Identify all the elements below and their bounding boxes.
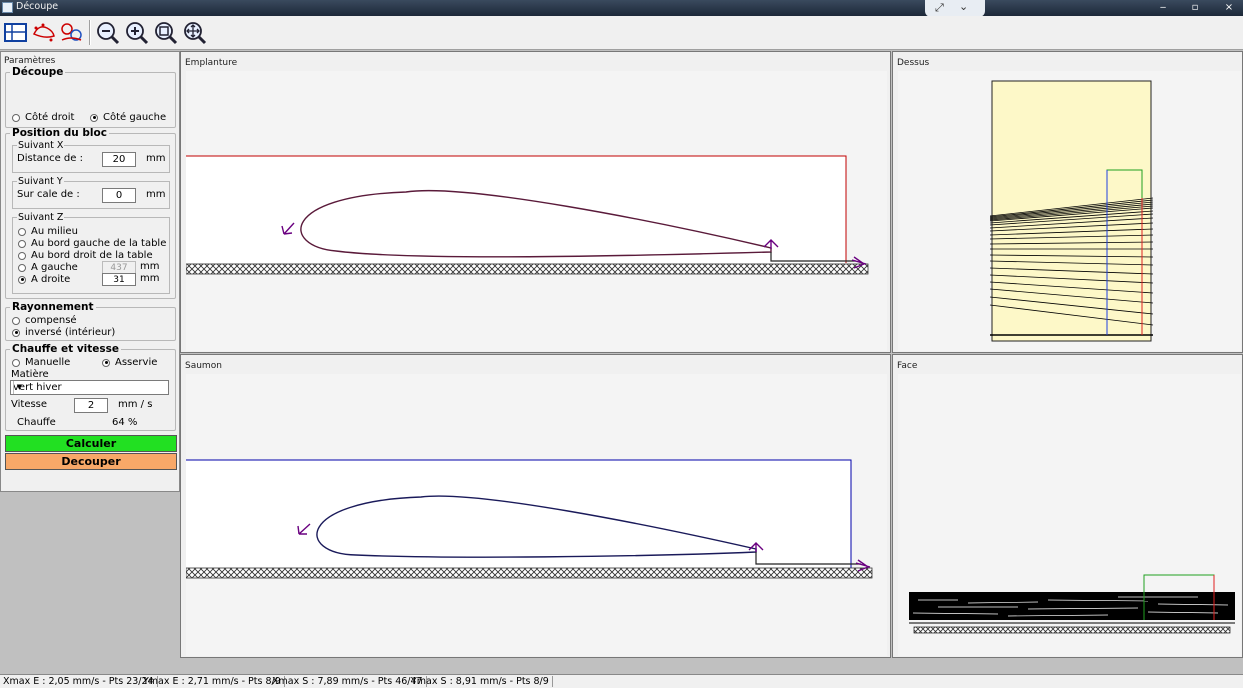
distance-label: Distance de : xyxy=(17,153,83,164)
status-bar: Xmax E : 2,05 mm/s - Pts 23/24 Ymax E : … xyxy=(0,674,1243,688)
profile-edit-button[interactable] xyxy=(30,19,57,46)
status-ymax-e: Ymax E : 2,71 mm/s - Pts 8/9 xyxy=(143,676,285,687)
status-ymax-s: Ymax S : 8,91 mm/s - Pts 8/9 xyxy=(411,676,553,687)
vitesse-unit: mm / s xyxy=(118,399,153,410)
cale-input[interactable] xyxy=(102,188,136,203)
toolbar xyxy=(0,16,1243,50)
chauffe-label: Chauffe xyxy=(17,417,56,428)
app-icon xyxy=(2,2,13,13)
emplanture-canvas[interactable] xyxy=(186,71,887,351)
saumon-drawing xyxy=(186,459,873,579)
zoom-fit-button[interactable] xyxy=(152,19,179,46)
saumon-canvas[interactable] xyxy=(186,374,887,656)
matiere-label: Matière xyxy=(11,369,49,380)
restore-icon[interactable]: ⤢ xyxy=(935,1,944,15)
status-xmax-s: Xmax S : 7,89 mm/s - Pts 46/47 xyxy=(272,676,427,687)
cale-unit: mm xyxy=(146,189,166,200)
face-canvas[interactable] xyxy=(898,374,1241,656)
maximize-button[interactable]: ▫ xyxy=(1184,0,1206,16)
a-gauche-unit: mm xyxy=(140,261,160,272)
a-droite-unit: mm xyxy=(140,273,160,284)
block-top-view xyxy=(991,80,1152,342)
chauffe-title: Chauffe et vitesse xyxy=(12,343,120,355)
face-drawing xyxy=(909,574,1235,634)
radio-dot xyxy=(102,358,110,367)
radio-dot xyxy=(12,328,20,337)
grid-view-icon xyxy=(4,23,27,42)
radio-bord-gauche[interactable]: Au bord gauche de la table xyxy=(18,238,166,249)
rayonnement-title: Rayonnement xyxy=(12,301,94,313)
dessus-pane: Dessus xyxy=(892,51,1243,353)
radio-dot xyxy=(12,358,20,367)
close-button[interactable]: × xyxy=(1218,0,1240,16)
titlebar-tab[interactable]: ⤢ ⌄ xyxy=(925,0,985,17)
radio-bord-droit[interactable]: Au bord droit de la table xyxy=(18,250,153,261)
emplanture-label: Emplanture xyxy=(185,58,238,68)
radio-a-gauche[interactable]: A gauche xyxy=(18,262,78,273)
cale-label: Sur cale de : xyxy=(17,189,80,200)
a-droite-input[interactable] xyxy=(102,273,136,286)
distance-input[interactable] xyxy=(102,152,136,167)
radio-dot xyxy=(18,275,26,284)
toolbar-separator xyxy=(89,20,91,45)
radio-dot xyxy=(12,113,20,122)
matiere-select[interactable]: vert hiver ▼ xyxy=(10,380,169,395)
chevron-down-icon[interactable]: ▼ xyxy=(13,381,25,394)
window-titlebar: Découpe ⤢ ⌄ ‒ ▫ × xyxy=(0,0,1243,17)
radio-dot xyxy=(18,251,26,260)
pan-icon xyxy=(184,22,207,45)
decouper-button[interactable]: Decouper xyxy=(5,453,177,470)
radio-dot xyxy=(90,113,98,122)
radio-a-droite[interactable]: A droite xyxy=(18,274,70,285)
dessus-label: Dessus xyxy=(897,58,930,68)
dessus-drawing xyxy=(989,80,1154,342)
emplanture-drawing xyxy=(186,155,869,275)
minimize-button[interactable]: ‒ xyxy=(1152,0,1174,16)
chevron-down-icon[interactable]: ⌄ xyxy=(959,0,968,13)
pan-button[interactable] xyxy=(181,19,208,46)
vitesse-label: Vitesse xyxy=(11,399,48,410)
radio-au-milieu[interactable]: Au milieu xyxy=(18,226,78,237)
parameters-panel: Paramètres Découpe Côté droit Côté gauch… xyxy=(0,51,180,492)
airfoil-edit-icon xyxy=(32,23,55,42)
position-title: Position du bloc xyxy=(12,127,107,139)
radio-inverse[interactable]: inversé (intérieur) xyxy=(12,327,115,338)
zoom-in-button[interactable] xyxy=(123,19,150,46)
emplanture-pane: Emplanture xyxy=(180,51,891,353)
zoom-in-icon xyxy=(126,22,149,45)
radio-asservie[interactable]: Asservie xyxy=(102,357,157,368)
window-title: Découpe xyxy=(16,1,59,12)
saumon-label: Saumon xyxy=(185,361,222,371)
cutting-table xyxy=(913,626,1231,634)
radio-compense[interactable]: compensé xyxy=(12,315,77,326)
dessus-canvas[interactable] xyxy=(898,71,1241,351)
radio-dot xyxy=(12,316,20,325)
cutting-table xyxy=(186,263,869,275)
saumon-pane: Saumon xyxy=(180,354,891,658)
block-face-view xyxy=(909,592,1235,620)
cutting-table xyxy=(186,567,873,579)
view-grid-button[interactable] xyxy=(2,19,29,46)
airfoil-link-icon xyxy=(61,23,82,41)
radio-dot xyxy=(18,227,26,236)
zoom-fit-icon xyxy=(155,22,178,45)
face-pane: Face xyxy=(892,354,1243,658)
radio-cote-droit[interactable]: Côté droit xyxy=(12,112,74,123)
face-label: Face xyxy=(897,361,918,371)
radio-dot xyxy=(18,239,26,248)
zoom-out-icon xyxy=(97,22,120,45)
radio-cote-gauche[interactable]: Côté gauche xyxy=(90,112,166,123)
decoupe-title: Découpe xyxy=(12,66,64,78)
chauffe-value: 64 % xyxy=(112,417,138,428)
radio-dot xyxy=(18,263,26,272)
vitesse-input[interactable] xyxy=(74,398,108,413)
panel-title: Paramètres xyxy=(4,56,56,66)
distance-unit: mm xyxy=(146,153,166,164)
zoom-out-button[interactable] xyxy=(94,19,121,46)
profile-link-button[interactable] xyxy=(58,19,85,46)
calculer-button[interactable]: Calculer xyxy=(5,435,177,452)
radio-manuelle[interactable]: Manuelle xyxy=(12,357,70,368)
status-xmax-e: Xmax E : 2,05 mm/s - Pts 23/24 xyxy=(3,676,158,687)
